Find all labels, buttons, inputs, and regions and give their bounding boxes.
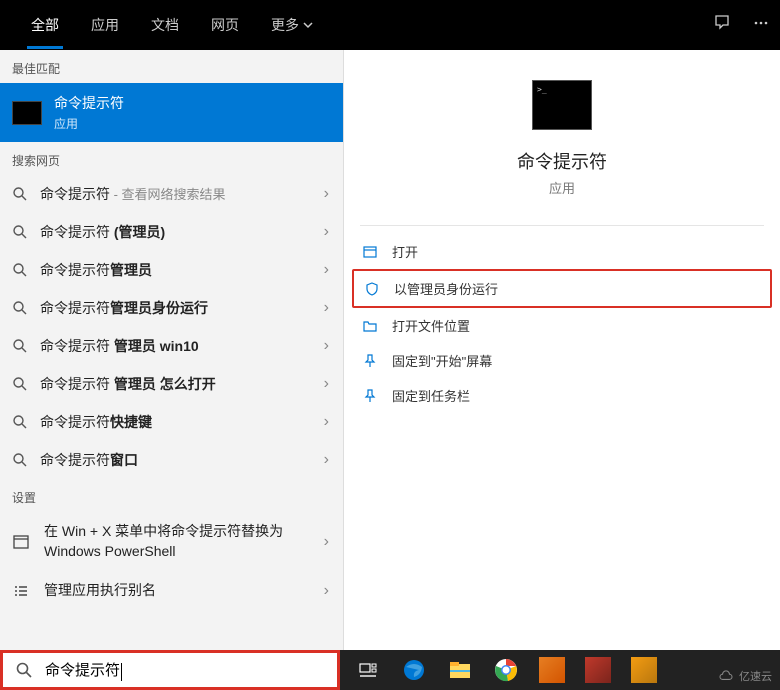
window-icon [12,533,30,551]
open-icon [362,244,378,260]
web-result-text: 命令提示符管理员 [40,260,331,280]
search-icon [12,338,28,354]
settings-item-label: 在 Win + X 菜单中将命令提示符替换为 Windows PowerShel… [44,522,331,561]
divider [360,225,764,226]
pin-icon [362,353,378,369]
list-icon [12,582,30,600]
web-result-text: 命令提示符 管理员 win10 [40,336,331,356]
taskbar-app-chrome[interactable] [486,654,526,686]
action-label: 打开文件位置 [392,316,470,335]
task-view-icon[interactable] [348,654,388,686]
web-result-6[interactable]: 命令提示符快捷键 › [0,403,343,441]
tab-docs[interactable]: 文档 [135,1,195,49]
action-pin-taskbar[interactable]: 固定到任务栏 [352,378,772,413]
results-panel: 最佳匹配 命令提示符 应用 搜索网页 命令提示符 - 查看网络搜索结果 › 命令… [0,50,343,650]
chevron-right-icon: › [324,185,329,203]
best-match-item[interactable]: 命令提示符 应用 [0,83,343,142]
search-icon [12,186,28,202]
web-result-text: 命令提示符 管理员 怎么打开 [40,374,331,394]
action-label: 固定到任务栏 [392,386,470,405]
action-open[interactable]: 打开 [352,234,772,269]
action-open-location[interactable]: 打开文件位置 [352,308,772,343]
chevron-right-icon: › [324,582,329,600]
pin-icon [362,388,378,404]
tab-apps[interactable]: 应用 [75,1,135,49]
action-run-as-admin[interactable]: 以管理员身份运行 [352,269,772,308]
chevron-right-icon: › [324,375,329,393]
chevron-right-icon: › [324,533,329,551]
web-result-text: 命令提示符管理员身份运行 [40,298,331,318]
search-icon [12,376,28,392]
web-result-4[interactable]: 命令提示符 管理员 win10 › [0,327,343,365]
preview-panel: 命令提示符 应用 打开 以管理员身份运行 打开文件位置 固定到"开始"屏幕 [343,50,780,650]
web-result-7[interactable]: 命令提示符窗口 › [0,441,343,479]
folder-icon [362,318,378,334]
search-query-text: 命令提示符 [45,659,122,680]
best-match-subtitle: 应用 [54,115,124,132]
action-label: 固定到"开始"屏幕 [392,351,492,370]
chevron-right-icon: › [324,451,329,469]
filter-tabs: 全部 应用 文档 网页 更多 [15,1,329,49]
search-input-box[interactable]: 命令提示符 [0,650,340,690]
web-result-3[interactable]: 命令提示符管理员身份运行 › [0,289,343,327]
search-icon [12,224,28,240]
best-match-title: 命令提示符 [54,93,124,113]
chevron-right-icon: › [324,413,329,431]
chevron-down-icon [303,20,313,30]
preview-app-icon [532,80,592,130]
chevron-right-icon: › [324,223,329,241]
web-result-text: 命令提示符快捷键 [40,412,331,432]
chevron-right-icon: › [324,261,329,279]
cmd-icon [12,101,42,125]
web-result-0[interactable]: 命令提示符 - 查看网络搜索结果 › [0,175,343,213]
settings-item-label: 管理应用执行别名 [44,581,331,601]
taskbar: 亿速云 [340,650,780,690]
taskbar-app-generic-3[interactable] [624,654,664,686]
web-result-1[interactable]: 命令提示符 (管理员) › [0,213,343,251]
action-label: 以管理员身份运行 [394,279,498,298]
search-icon [12,452,28,468]
search-icon [15,661,33,679]
watermark: 亿速云 [717,668,772,684]
web-result-2[interactable]: 命令提示符管理员 › [0,251,343,289]
taskbar-app-edge[interactable] [394,654,434,686]
web-result-text: 命令提示符 (管理员) [40,222,331,242]
settings-item-1[interactable]: 管理应用执行别名 › [0,571,343,611]
tab-more-label: 更多 [271,15,299,35]
section-settings: 设置 [0,479,343,512]
shield-icon [364,281,380,297]
settings-item-0[interactable]: 在 Win + X 菜单中将命令提示符替换为 Windows PowerShel… [0,512,343,571]
more-options-icon[interactable] [752,14,770,37]
preview-subtitle: 应用 [344,178,780,197]
tab-more[interactable]: 更多 [255,1,329,49]
search-icon [12,300,28,316]
section-best-match: 最佳匹配 [0,50,343,83]
taskbar-app-explorer[interactable] [440,654,480,686]
search-icon [12,262,28,278]
tab-web[interactable]: 网页 [195,1,255,49]
section-web-search: 搜索网页 [0,142,343,175]
tab-all[interactable]: 全部 [15,1,75,49]
action-label: 打开 [392,242,418,261]
search-icon [12,414,28,430]
action-pin-start[interactable]: 固定到"开始"屏幕 [352,343,772,378]
taskbar-app-generic-1[interactable] [532,654,572,686]
web-result-text: 命令提示符窗口 [40,450,331,470]
search-header: 全部 应用 文档 网页 更多 [0,0,780,50]
taskbar-app-generic-2[interactable] [578,654,618,686]
web-result-text: 命令提示符 - 查看网络搜索结果 [40,184,331,204]
watermark-text: 亿速云 [739,668,772,684]
web-result-5[interactable]: 命令提示符 管理员 怎么打开 › [0,365,343,403]
cloud-icon [717,670,735,682]
chevron-right-icon: › [324,337,329,355]
preview-title: 命令提示符 [344,148,780,174]
feedback-icon[interactable] [714,14,732,37]
chevron-right-icon: › [324,299,329,317]
